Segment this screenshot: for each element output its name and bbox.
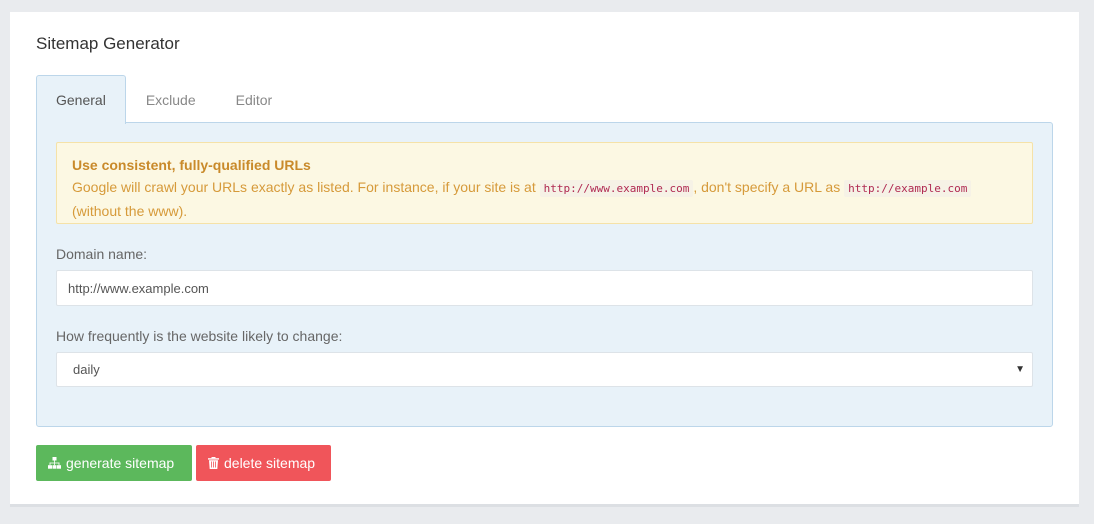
alert-body: Google will crawl your URLs exactly as l… (72, 176, 1017, 222)
general-tab-panel: Use consistent, fully-qualified URLs Goo… (36, 122, 1053, 427)
alert-text-2: , don't specify a URL as (693, 179, 845, 195)
alert-code-2: http://example.com (844, 180, 972, 197)
generate-sitemap-button[interactable]: generate sitemap (36, 445, 192, 481)
domain-label: Domain name: (56, 246, 148, 262)
tab-editor[interactable]: Editor (216, 75, 293, 123)
domain-input[interactable]: http://www.example.com (56, 270, 1033, 306)
alert-code-1: http://www.example.com (539, 180, 694, 197)
delete-sitemap-label: delete sitemap (224, 455, 316, 471)
tab-bar: General Exclude Editor (36, 75, 293, 124)
domain-input-value: http://www.example.com (68, 280, 209, 296)
frequency-select[interactable]: daily ▼ (56, 352, 1033, 387)
tab-general[interactable]: General (36, 75, 126, 124)
sitemap-generator-card: Sitemap Generator General Exclude Editor… (10, 12, 1079, 507)
sitemap-icon (48, 457, 61, 469)
caret-down-icon: ▼ (1015, 364, 1025, 375)
alert-title: Use consistent, fully-qualified URLs (72, 157, 311, 173)
frequency-select-value: daily (73, 362, 100, 377)
trash-icon (208, 457, 219, 469)
alert-text-1: Google will crawl your URLs exactly as l… (72, 179, 540, 195)
alert-text-3: (without the www). (72, 203, 188, 219)
delete-sitemap-button[interactable]: delete sitemap (196, 445, 331, 481)
generate-sitemap-label: generate sitemap (66, 455, 175, 471)
tab-exclude[interactable]: Exclude (126, 75, 216, 123)
frequency-label: How frequently is the website likely to … (56, 328, 343, 344)
card-title: Sitemap Generator (36, 34, 180, 53)
warning-alert: Use consistent, fully-qualified URLs Goo… (56, 142, 1033, 224)
